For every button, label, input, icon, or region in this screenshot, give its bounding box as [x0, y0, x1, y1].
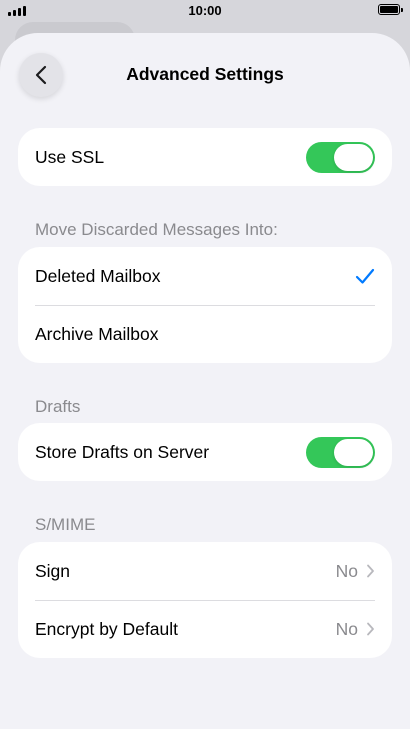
use-ssl-toggle[interactable] — [306, 141, 375, 173]
sign-row[interactable]: Sign No — [18, 542, 392, 600]
page-title: Advanced Settings — [126, 64, 284, 84]
smime-group: Sign No Encrypt by Default No — [18, 542, 392, 658]
option-label: Deleted Mailbox — [35, 265, 161, 286]
toggle-knob — [334, 438, 373, 466]
sign-value: No — [335, 560, 358, 581]
encrypt-label: Encrypt by Default — [35, 618, 178, 639]
status-time: 10:00 — [188, 3, 222, 18]
encrypt-value: No — [335, 618, 358, 639]
battery-icon — [378, 4, 403, 15]
deleted-mailbox-option[interactable]: Deleted Mailbox — [18, 247, 392, 305]
smime-header: S/MIME — [35, 515, 96, 534]
drafts-header: Drafts — [35, 397, 81, 416]
store-drafts-toggle[interactable] — [306, 436, 375, 468]
move-discarded-group: Deleted Mailbox Archive Mailbox — [18, 247, 392, 363]
store-drafts-row: Store Drafts on Server — [18, 423, 392, 481]
chevron-right-icon — [367, 622, 374, 636]
toggle-knob — [334, 143, 373, 171]
status-bar: 10:00 — [0, 0, 410, 22]
use-ssl-row: Use SSL — [18, 128, 392, 186]
ssl-group: Use SSL — [18, 128, 392, 186]
store-drafts-label: Store Drafts on Server — [35, 441, 210, 462]
encrypt-by-default-row[interactable]: Encrypt by Default No — [18, 600, 392, 658]
sign-label: Sign — [35, 560, 71, 581]
chevron-right-icon — [367, 564, 374, 578]
archive-mailbox-option[interactable]: Archive Mailbox — [18, 305, 392, 363]
use-ssl-label: Use SSL — [35, 146, 105, 167]
move-discarded-header: Move Discarded Messages Into: — [35, 220, 278, 239]
settings-sheet: Advanced Settings Use SSL Move Discarded… — [0, 33, 410, 729]
option-label: Archive Mailbox — [35, 323, 159, 344]
checkmark-icon — [355, 268, 375, 284]
drafts-group: Store Drafts on Server — [18, 423, 392, 481]
